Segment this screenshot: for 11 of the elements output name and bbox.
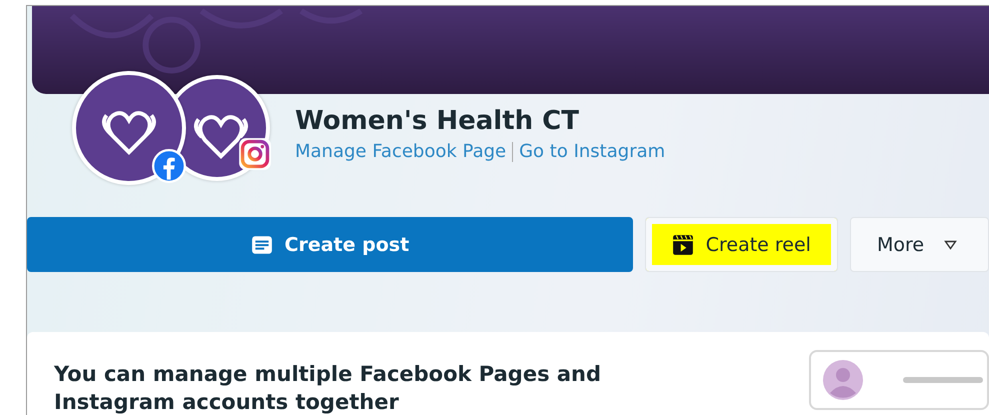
post-icon — [250, 234, 272, 256]
more-button[interactable]: More — [850, 217, 989, 272]
page-link[interactable]: Go to Instagram — [519, 141, 666, 162]
card-heading: You can manage multiple Facebook Pages and Instagram accounts together — [54, 361, 602, 415]
caret-icon — [944, 240, 958, 250]
page-link[interactable]: Manage Facebook Page — [295, 141, 506, 162]
create-reel-button[interactable]: Create reel — [644, 217, 838, 272]
avatar-icon — [823, 360, 863, 400]
clapperboard-icon — [672, 234, 694, 256]
page-name: Women's Health CT — [295, 105, 580, 138]
create-post-button[interactable]: Create post — [27, 217, 633, 272]
